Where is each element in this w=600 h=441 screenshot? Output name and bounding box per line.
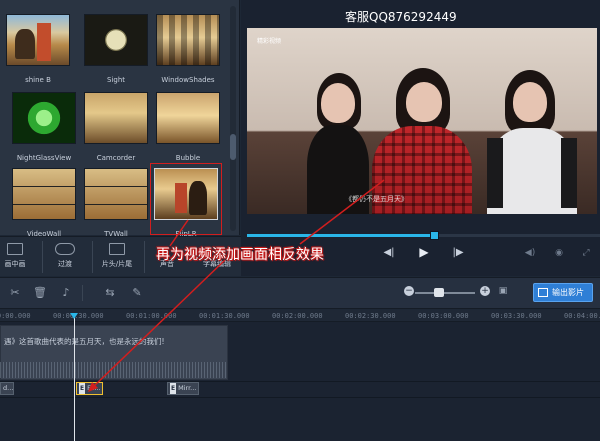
effect-thumbnail (12, 92, 76, 144)
fx-clip-label: Mirr... (178, 384, 197, 392)
face (513, 82, 547, 122)
tab-label: 片头/片尾 (101, 260, 133, 268)
face (321, 83, 355, 123)
ruler-tick-label: 00:00:30.000 (53, 312, 104, 320)
export-movie-button[interactable]: 输出影片 (533, 283, 593, 302)
effect-thumbnail (156, 14, 220, 66)
video-editor-window: shine B Sight WindowShades NightGlassVie… (0, 0, 600, 441)
shirt (487, 128, 577, 214)
effect-label: WindowShades (161, 76, 215, 84)
effect-e-icon: E (79, 383, 86, 394)
effect-thumbnail (84, 168, 148, 220)
video-preview[interactable] (247, 28, 597, 214)
ruler-tick-label: 00:03:30.000 (491, 312, 542, 320)
tab-transition[interactable]: 过渡 (40, 237, 90, 277)
fullscreen-icon[interactable]: ⤢ (578, 246, 594, 260)
ruler-tick-label: 00:02:00.000 (272, 312, 323, 320)
fx-clip-label: d... (3, 384, 14, 392)
video-subtitle-text: 《都仍不是五月天》 (345, 195, 408, 203)
next-frame-icon[interactable]: |▶ (450, 246, 466, 260)
ruler-tick-label: 00:03:00.000 (418, 312, 469, 320)
tab-label: 画中画 (4, 260, 26, 268)
playhead-line[interactable] (74, 318, 75, 441)
audio-clip-title: 遇》这首歌曲代表的是五月天，也是永远的我们! (4, 337, 165, 346)
ruler-tick-label: 00:01:30.000 (199, 312, 250, 320)
prev-frame-icon[interactable]: ◀| (381, 246, 397, 260)
effect-window-shades[interactable]: WindowShades (154, 14, 222, 84)
audio-waveform (0, 362, 228, 378)
ruler-tick-label: 00:01:00.000 (126, 312, 177, 320)
person-center (372, 68, 472, 214)
effect-thumbnail (84, 92, 148, 144)
toolbar-divider (82, 285, 83, 301)
clapper-icon (109, 243, 125, 255)
tab-pip[interactable]: 画中画 (0, 237, 40, 277)
person-left (307, 73, 369, 214)
zoom-out-icon[interactable]: − (404, 286, 414, 296)
playback-progress-handle[interactable] (430, 231, 439, 240)
effect-label: Sight (106, 76, 125, 84)
watermark-text: 客服QQ876292449 (345, 10, 457, 24)
trash-icon[interactable]: 🗑 (33, 286, 47, 299)
person-right (487, 70, 577, 214)
effect-thumbnail (6, 14, 70, 66)
annotation-caption: 再为视频添加画面相反效果 (156, 247, 324, 263)
snapshot-icon[interactable]: ◉ (551, 246, 567, 260)
video-logo-text: 精彩视频 (257, 38, 282, 45)
tab-intro-outro[interactable]: 片头/片尾 (92, 237, 142, 277)
track-divider (0, 397, 600, 398)
effect-label: shine B (25, 76, 51, 84)
effect-thumbnail (156, 92, 220, 144)
ruler-tick-label: 00:04:00.000 (564, 312, 600, 320)
effect-thumbnail (84, 14, 148, 66)
pip-icon (7, 243, 23, 255)
export-label: 输出影片 (552, 288, 584, 297)
effect-video-wall[interactable]: VideoWall (10, 168, 78, 238)
transition-icon (55, 243, 75, 255)
export-icon (538, 288, 548, 297)
play-icon[interactable]: ▶ (416, 245, 432, 259)
effect-sight[interactable]: Sight (82, 14, 150, 84)
effect-label: NightGlassView (16, 154, 72, 162)
effect-thumbnail (12, 168, 76, 220)
fx-clip[interactable]: d... (0, 382, 14, 395)
effects-scrollbar[interactable] (230, 6, 236, 231)
selection-highlight-box (150, 163, 222, 235)
effect-night-glass-view[interactable]: NightGlassView (10, 92, 78, 162)
playback-progress-fill (247, 234, 434, 237)
fx-clip-fliplr[interactable]: E Fli... (76, 382, 103, 395)
fx-clip-mirror[interactable]: E Mirr... (167, 382, 199, 395)
zoom-in-icon[interactable]: + (480, 286, 490, 296)
zoom-slider-track[interactable] (415, 292, 475, 294)
volume-icon[interactable]: ◀) (522, 246, 538, 260)
effect-label: Camcorder (96, 154, 136, 162)
effect-tv-wall[interactable]: TVWall (82, 168, 150, 238)
effect-camcorder[interactable]: Camcorder (82, 92, 150, 162)
ruler-tick-label: 00:02:30.000 (345, 312, 396, 320)
effect-shine-b[interactable]: shine B (4, 14, 72, 84)
link-icon[interactable]: ⇆ (103, 286, 117, 299)
fit-view-icon[interactable]: ▣ (496, 286, 510, 296)
zoom-slider-handle[interactable] (434, 288, 444, 297)
effect-label: Bubble (175, 154, 201, 162)
fx-clip-label: Fli... (87, 384, 101, 392)
playhead-handle[interactable] (70, 313, 78, 319)
microphone-icon[interactable]: ♪ (59, 286, 73, 299)
ruler-tick-label: 00:00:00.000 (0, 312, 31, 320)
tab-label: 过渡 (58, 260, 72, 268)
effects-panel: shine B Sight WindowShades NightGlassVie… (0, 0, 240, 238)
effect-bubble[interactable]: Bubble (154, 92, 222, 162)
timeline-toolbar (0, 277, 600, 309)
effects-scrollbar-thumb[interactable] (230, 134, 236, 160)
effect-e-icon: E (170, 383, 177, 394)
scissors-icon[interactable]: ✂ (8, 286, 22, 299)
edit-icon[interactable]: ✎ (130, 286, 144, 299)
face (406, 82, 442, 122)
